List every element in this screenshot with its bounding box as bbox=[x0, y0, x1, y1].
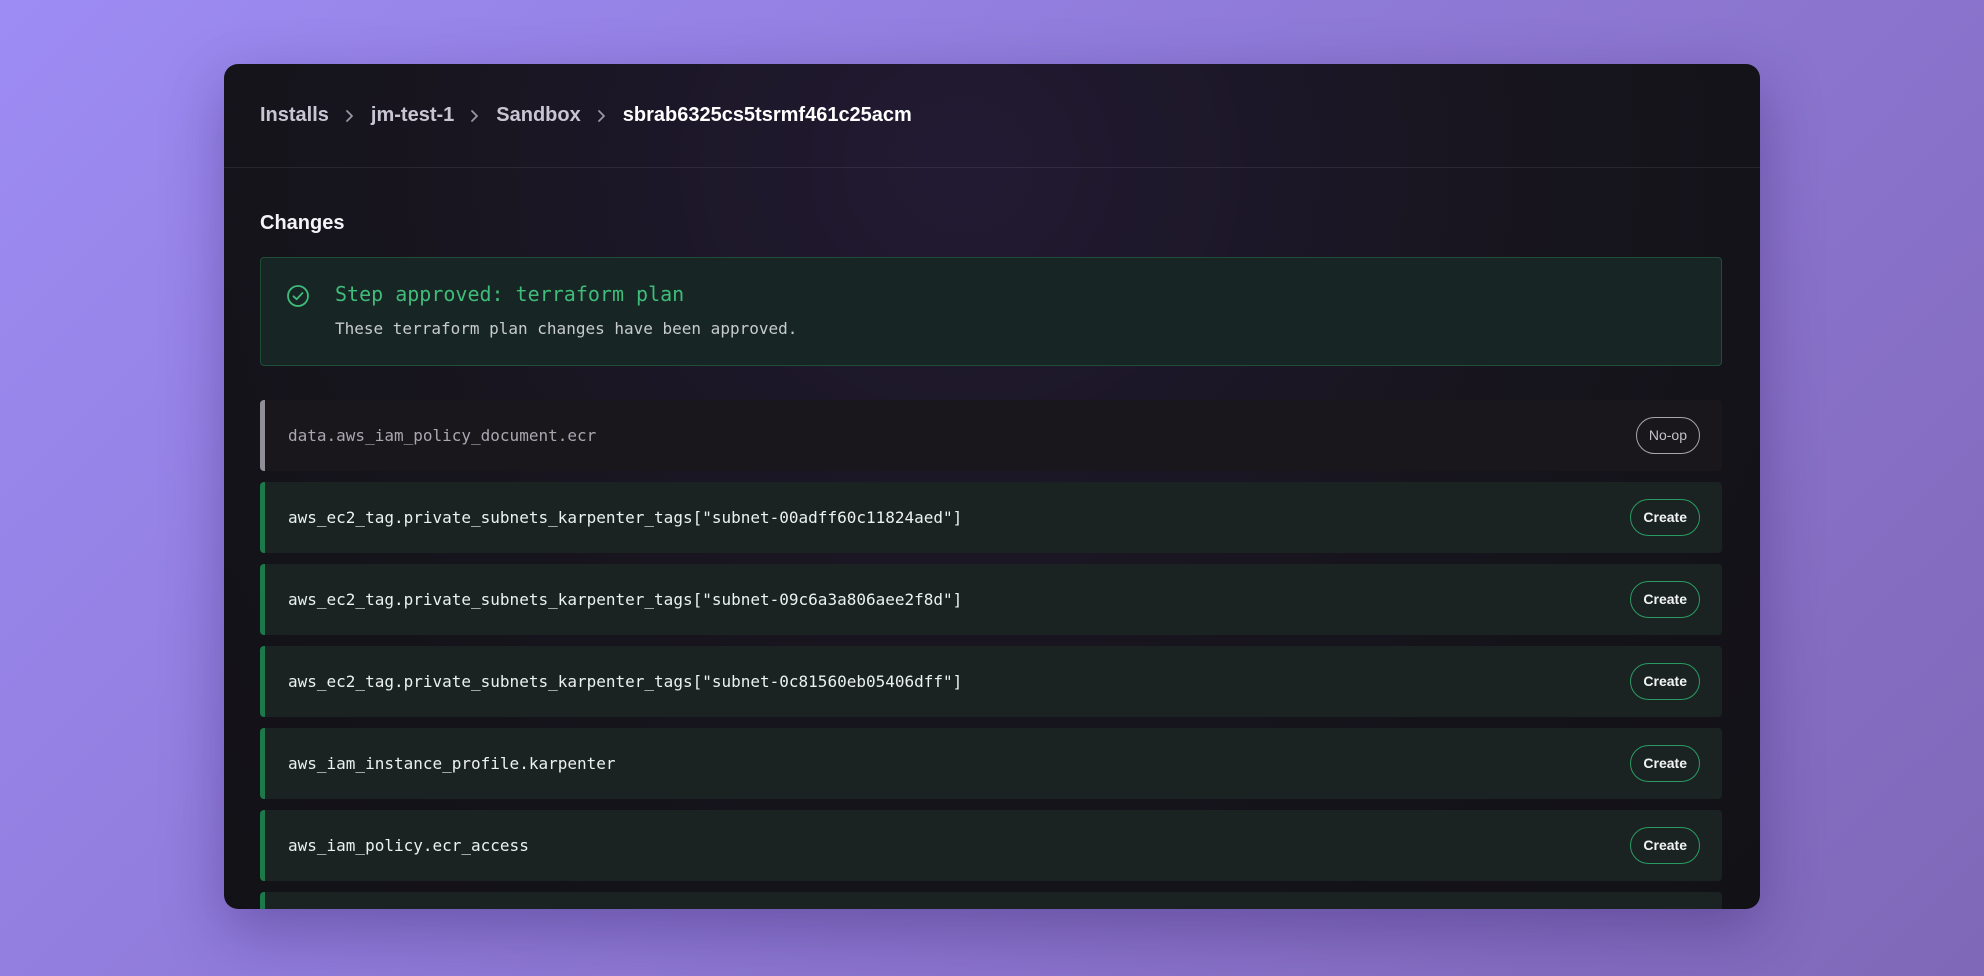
action-badge: Create bbox=[1630, 663, 1700, 700]
breadcrumb-sandbox-link[interactable]: Sandbox bbox=[496, 104, 580, 127]
resource-address: aws_iam_policy.ecr_access bbox=[288, 836, 529, 855]
change-row[interactable]: aws_ec2_tag.private_subnets_karpenter_ta… bbox=[260, 646, 1722, 717]
breadcrumb: Installs jm-test-1 Sandbox sbrab6325cs5t… bbox=[224, 64, 1760, 168]
approval-description: These terraform plan changes have been a… bbox=[335, 319, 798, 338]
breadcrumb-current-run: sbrab6325cs5tsrmf461c25acm bbox=[622, 104, 912, 126]
action-badge: Create bbox=[1630, 827, 1700, 864]
change-row-partial[interactable] bbox=[260, 892, 1722, 909]
change-row[interactable]: aws_ec2_tag.private_subnets_karpenter_ta… bbox=[260, 482, 1722, 553]
resource-address: aws_ec2_tag.private_subnets_karpenter_ta… bbox=[288, 508, 963, 527]
main-content: Changes Step approved: terraform plan Th… bbox=[224, 168, 1760, 909]
chevron-right-icon bbox=[597, 109, 607, 123]
change-row[interactable]: aws_iam_instance_profile.karpenter Creat… bbox=[260, 728, 1722, 799]
change-row[interactable]: data.aws_iam_policy_document.ecr No-op bbox=[260, 400, 1722, 471]
resource-address: aws_ec2_tag.private_subnets_karpenter_ta… bbox=[288, 590, 963, 609]
changes-list: data.aws_iam_policy_document.ecr No-op a… bbox=[260, 400, 1722, 909]
chevron-right-icon bbox=[470, 109, 480, 123]
breadcrumb-install-link[interactable]: jm-test-1 bbox=[371, 104, 454, 127]
chevron-right-icon bbox=[345, 109, 355, 123]
action-badge: Create bbox=[1630, 745, 1700, 782]
breadcrumb-installs-link[interactable]: Installs bbox=[260, 104, 329, 127]
approval-banner: Step approved: terraform plan These terr… bbox=[260, 257, 1722, 366]
change-row[interactable]: aws_iam_policy.ecr_access Create bbox=[260, 810, 1722, 881]
section-title: Changes bbox=[260, 212, 345, 234]
action-badge: Create bbox=[1630, 581, 1700, 618]
install-window: Installs jm-test-1 Sandbox sbrab6325cs5t… bbox=[224, 64, 1760, 909]
change-row[interactable]: aws_ec2_tag.private_subnets_karpenter_ta… bbox=[260, 564, 1722, 635]
approval-title: Step approved: terraform plan bbox=[335, 282, 685, 306]
resource-address: data.aws_iam_policy_document.ecr bbox=[288, 426, 597, 445]
action-badge: No-op bbox=[1635, 417, 1700, 454]
action-badge: Create bbox=[1630, 499, 1700, 536]
check-circle-icon bbox=[286, 284, 310, 313]
resource-address: aws_iam_instance_profile.karpenter bbox=[288, 754, 616, 773]
resource-address: aws_ec2_tag.private_subnets_karpenter_ta… bbox=[288, 672, 963, 691]
